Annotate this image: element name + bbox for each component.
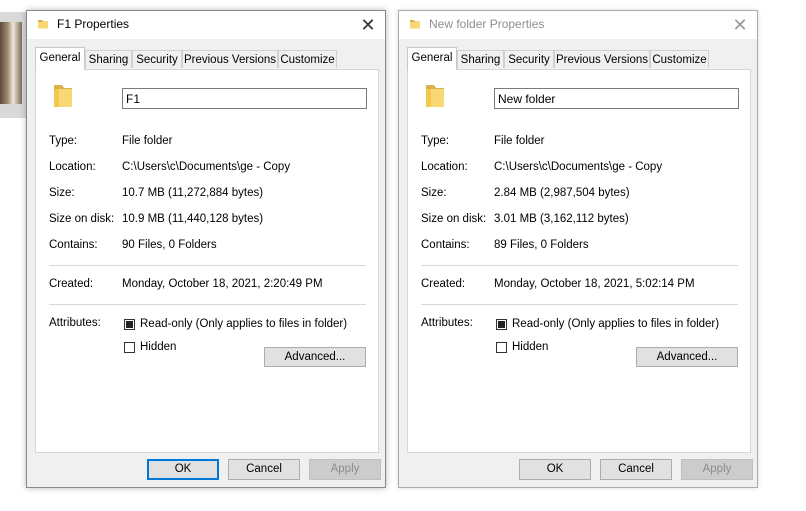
hidden-label[interactable]: Hidden xyxy=(512,341,548,353)
size-value: 10.7 MB (11,272,884 bytes) xyxy=(122,187,264,199)
location-label: Location: xyxy=(421,161,468,173)
created-label: Created: xyxy=(49,278,94,290)
folder-icon xyxy=(54,85,72,107)
readonly-checkbox[interactable] xyxy=(496,319,507,330)
size-on-disk-value: 10.9 MB (11,440,128 bytes) xyxy=(122,213,264,225)
size-value: 2.84 MB (2,987,504 bytes) xyxy=(494,187,630,199)
type-value: File folder xyxy=(122,135,173,147)
general-panel: Type: File folder Location: C:\Users\c\D… xyxy=(407,69,751,453)
properties-dialog-new-folder: New folder Properties ✕ General Sharing … xyxy=(398,10,758,488)
background-photo xyxy=(0,22,22,104)
created-value: Monday, October 18, 2021, 2:20:49 PM xyxy=(122,278,323,290)
close-icon: ✕ xyxy=(732,14,748,35)
separator xyxy=(49,265,366,266)
hidden-checkbox[interactable] xyxy=(124,342,135,353)
size-on-disk-label: Size on disk: xyxy=(421,213,487,225)
tab-sharing[interactable]: Sharing xyxy=(85,50,132,68)
tab-customize[interactable]: Customize xyxy=(278,50,337,68)
tab-general[interactable]: General xyxy=(407,47,457,70)
folder-icon xyxy=(426,85,444,107)
attributes-label: Attributes: xyxy=(49,317,101,329)
size-label: Size: xyxy=(49,187,75,199)
ok-button[interactable]: OK xyxy=(519,459,591,480)
size-on-disk-label: Size on disk: xyxy=(49,213,115,225)
type-label: Type: xyxy=(49,135,78,147)
apply-button[interactable]: Apply xyxy=(681,459,753,480)
advanced-button[interactable]: Advanced... xyxy=(636,347,738,367)
type-value: File folder xyxy=(494,135,545,147)
close-icon: ✕ xyxy=(360,14,376,35)
tab-general[interactable]: General xyxy=(35,47,85,70)
separator xyxy=(49,304,366,305)
separator xyxy=(421,304,738,305)
close-button[interactable]: ✕ xyxy=(723,11,757,39)
contains-label: Contains: xyxy=(421,239,470,251)
tab-previous-versions[interactable]: Previous Versions xyxy=(182,50,278,68)
title-bar[interactable]: New folder Properties ✕ xyxy=(399,11,757,39)
contains-value: 90 Files, 0 Folders xyxy=(122,239,217,251)
tab-sharing[interactable]: Sharing xyxy=(457,50,504,68)
tab-previous-versions[interactable]: Previous Versions xyxy=(554,50,650,68)
background-thumbnail xyxy=(0,12,26,118)
hidden-label[interactable]: Hidden xyxy=(140,341,176,353)
window-title: New folder Properties xyxy=(429,17,545,31)
window-title: F1 Properties xyxy=(57,17,130,31)
title-bar[interactable]: F1 Properties ✕ xyxy=(27,11,385,39)
contains-label: Contains: xyxy=(49,239,98,251)
location-value: C:\Users\c\Documents\ge - Copy xyxy=(122,161,291,173)
hidden-checkbox[interactable] xyxy=(496,342,507,353)
location-value: C:\Users\c\Documents\ge - Copy xyxy=(494,161,663,173)
general-panel: Type: File folder Location: C:\Users\c\D… xyxy=(35,69,379,453)
folder-name-input[interactable] xyxy=(494,88,739,109)
tab-security[interactable]: Security xyxy=(132,50,182,68)
location-label: Location: xyxy=(49,161,96,173)
advanced-button[interactable]: Advanced... xyxy=(264,347,366,367)
folder-name-input[interactable] xyxy=(122,88,367,109)
type-label: Type: xyxy=(421,135,450,147)
readonly-label[interactable]: Read-only (Only applies to files in fold… xyxy=(512,318,719,330)
ok-button[interactable]: OK xyxy=(147,459,219,480)
cancel-button[interactable]: Cancel xyxy=(228,459,300,480)
tab-security[interactable]: Security xyxy=(504,50,554,68)
readonly-checkbox[interactable] xyxy=(124,319,135,330)
cancel-button[interactable]: Cancel xyxy=(600,459,672,480)
close-button[interactable]: ✕ xyxy=(351,11,385,39)
created-label: Created: xyxy=(421,278,466,290)
folder-icon xyxy=(38,20,48,29)
folder-icon xyxy=(410,20,420,29)
attributes-label: Attributes: xyxy=(421,317,473,329)
size-on-disk-value: 3.01 MB (3,162,112 bytes) xyxy=(494,213,629,225)
size-label: Size: xyxy=(421,187,447,199)
properties-dialog-f1: F1 Properties ✕ General Sharing Security… xyxy=(26,10,386,488)
tab-customize[interactable]: Customize xyxy=(650,50,709,68)
apply-button[interactable]: Apply xyxy=(309,459,381,480)
separator xyxy=(421,265,738,266)
contains-value: 89 Files, 0 Folders xyxy=(494,239,589,251)
created-value: Monday, October 18, 2021, 5:02:14 PM xyxy=(494,278,695,290)
readonly-label[interactable]: Read-only (Only applies to files in fold… xyxy=(140,318,347,330)
